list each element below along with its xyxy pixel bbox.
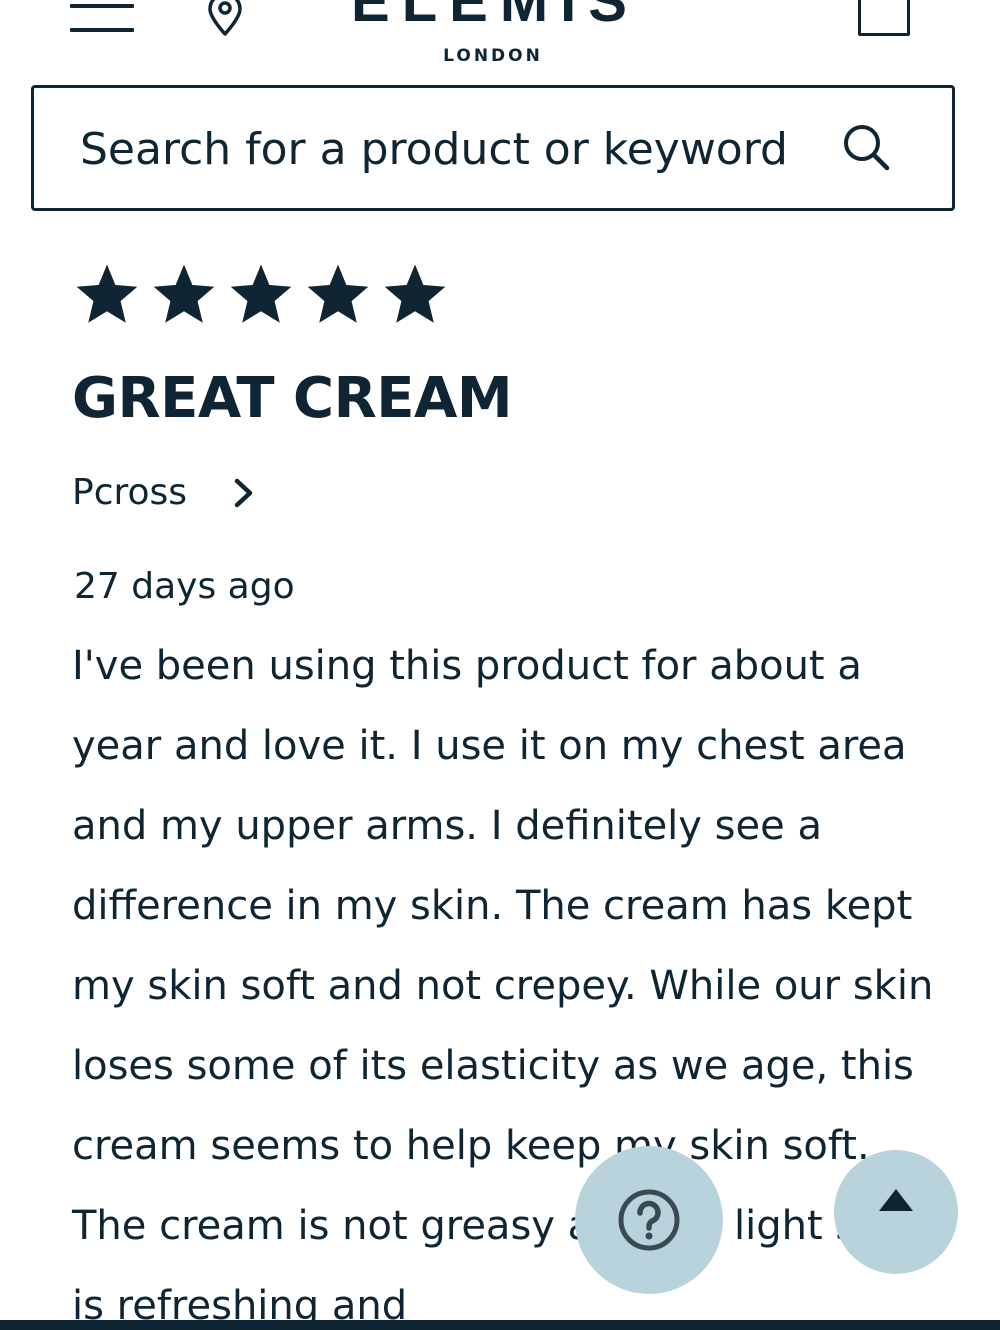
review-body: I've been using this product for about a… xyxy=(72,643,944,1329)
brand-logo[interactable]: ELEMIS xyxy=(330,0,660,34)
search-input[interactable] xyxy=(80,110,820,188)
reviewer-name[interactable]: Pcross xyxy=(72,472,187,513)
star-icon xyxy=(230,264,292,323)
star-icon xyxy=(384,264,446,323)
star-icon xyxy=(307,264,369,323)
brand-logo-subtitle: LONDON xyxy=(443,46,543,66)
search-icon[interactable] xyxy=(840,121,894,175)
site-header: ELEMIS LONDON xyxy=(0,0,1000,80)
back-to-top-button[interactable] xyxy=(834,1150,958,1274)
star-icon xyxy=(76,264,138,323)
location-pin-icon[interactable] xyxy=(204,0,246,36)
arrow-up-icon xyxy=(879,1189,913,1211)
review-date: 27 days ago xyxy=(74,566,295,607)
page: ELEMIS LONDON GREAT CREAM Pcross 27 days… xyxy=(0,0,1000,1330)
question-mark-icon xyxy=(618,1189,680,1251)
hamburger-menu-icon[interactable] xyxy=(70,0,134,40)
reviewer-link[interactable]: Pcross xyxy=(72,472,257,513)
search-bar xyxy=(31,85,955,211)
star-icon xyxy=(153,264,215,323)
bottom-bar xyxy=(0,1320,1000,1330)
help-button[interactable] xyxy=(575,1146,723,1294)
shopping-bag-icon[interactable] xyxy=(858,0,910,36)
review-title: GREAT CREAM xyxy=(72,366,513,431)
chevron-right-icon[interactable] xyxy=(231,475,257,511)
star-rating xyxy=(76,264,461,328)
